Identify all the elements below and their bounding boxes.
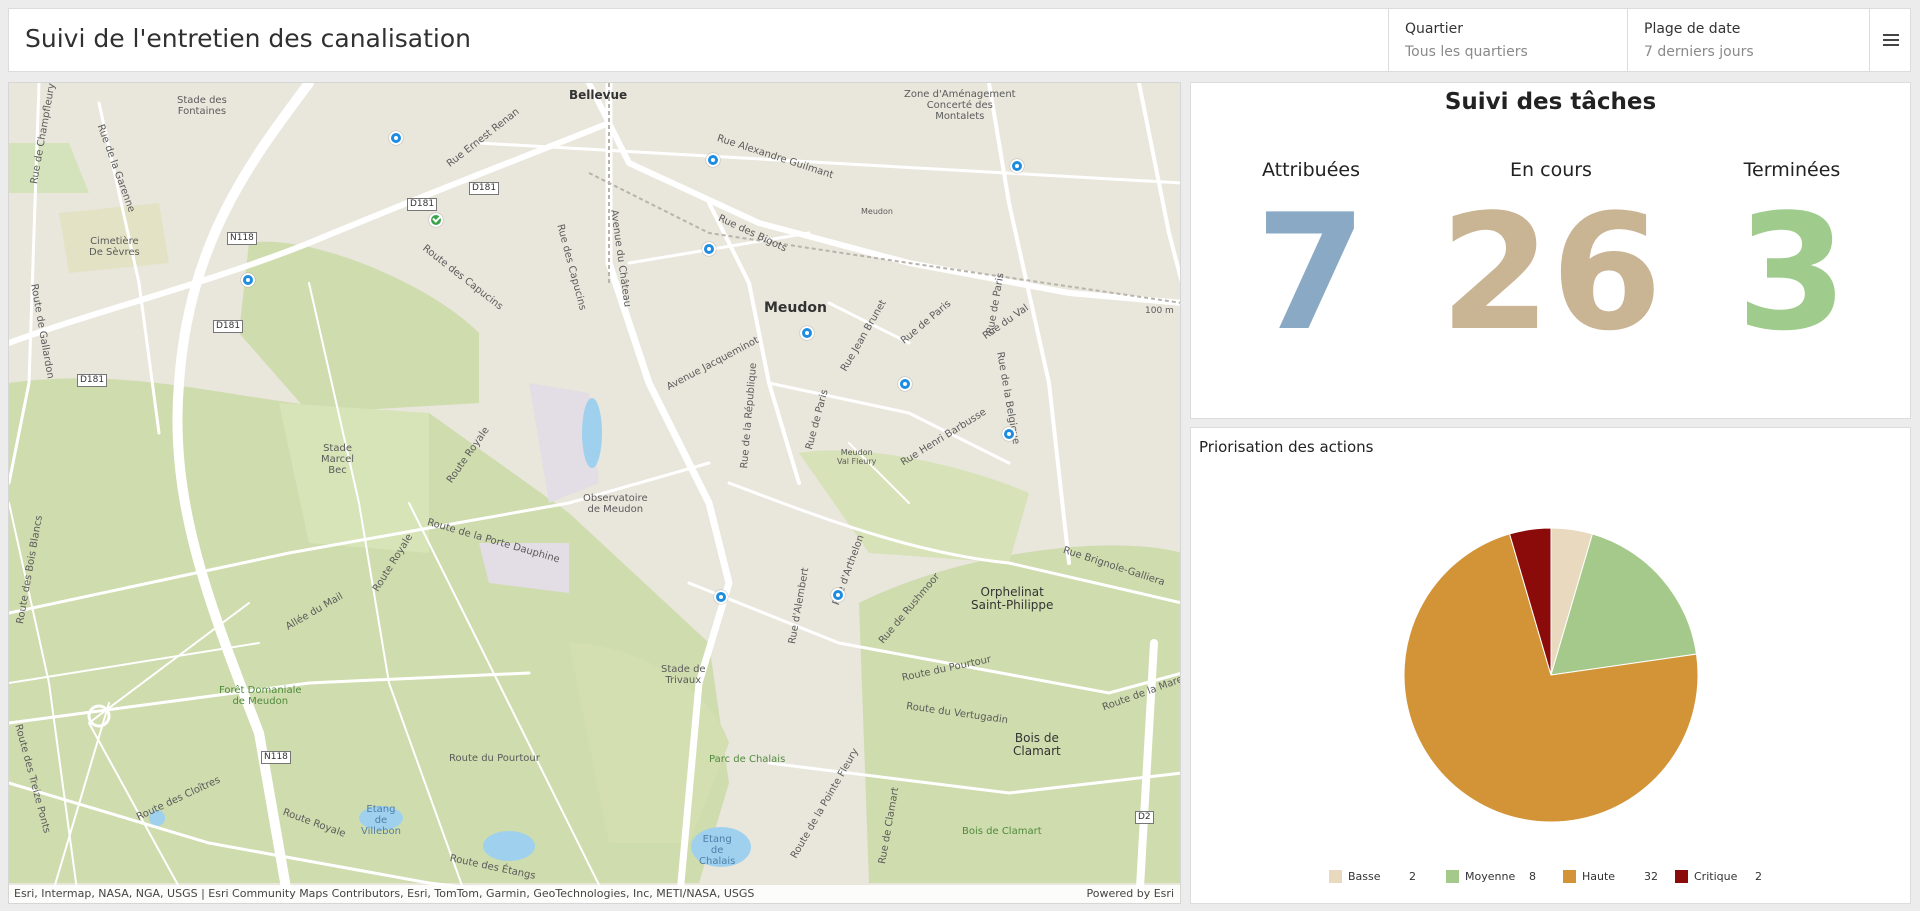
legend-label: Haute bbox=[1582, 870, 1616, 883]
priorisation-pie-chart bbox=[1403, 527, 1699, 823]
map-marker-task-done[interactable] bbox=[429, 213, 443, 227]
map-marker-task[interactable] bbox=[831, 588, 845, 602]
road-shield-n118-2: N118 bbox=[261, 751, 291, 764]
map-label-etang-chalais: Etang de Chalais bbox=[699, 834, 736, 867]
map-label-meudon-val-fleury: Meudon Val Fleury bbox=[837, 448, 877, 466]
legend-item-moyenne[interactable]: Moyenne bbox=[1446, 870, 1515, 883]
map-label-stade-marcel-bec: Stade Marcel Bec bbox=[321, 443, 355, 476]
map-scale-label: 100 m bbox=[1145, 306, 1174, 316]
kpi-terminees-label: Terminées bbox=[1743, 159, 1841, 181]
map-attribution: Esri, Intermap, NASA, NGA, USGS | Esri C… bbox=[9, 885, 1180, 903]
map-marker-task[interactable] bbox=[241, 273, 255, 287]
road-shield-n118-1: N118 bbox=[227, 232, 257, 245]
map-label-stade-trivaux: Stade de Trivaux bbox=[661, 664, 706, 686]
map-label-parc-chalais: Parc de Chalais bbox=[709, 754, 786, 765]
kpi-terminees: Terminées 3 bbox=[1672, 159, 1912, 353]
road-shield-d181-3: D181 bbox=[213, 320, 244, 333]
legend-swatch bbox=[1563, 870, 1576, 883]
map-label-observatoire: Observatoire de Meudon bbox=[583, 493, 648, 515]
map-marker-task[interactable] bbox=[702, 242, 716, 256]
powered-by-esri[interactable]: Powered by Esri bbox=[1086, 887, 1174, 900]
map-label-cimetiere: Cimetière De Sèvres bbox=[89, 236, 140, 258]
map-marker-task[interactable] bbox=[800, 326, 814, 340]
kpi-terminees-value: 3 bbox=[1736, 179, 1848, 366]
legend-swatch bbox=[1329, 870, 1342, 883]
kpi-en-cours: En cours 26 bbox=[1431, 159, 1671, 353]
map-label-meudon-station: Meudon bbox=[861, 207, 893, 216]
legend-value: 32 bbox=[1644, 870, 1658, 883]
legend-swatch bbox=[1446, 870, 1459, 883]
date-range-value: 7 derniers jours bbox=[1644, 44, 1754, 60]
kpi-en-cours-label: En cours bbox=[1510, 159, 1592, 181]
legend-label: Basse bbox=[1348, 870, 1381, 883]
map-label-bois-clamart-2: Bois de Clamart bbox=[962, 826, 1042, 837]
map-marker-task[interactable] bbox=[1002, 427, 1016, 441]
date-range-selector[interactable]: Plage de date 7 derniers jours bbox=[1627, 9, 1869, 71]
road-shield-d181-2: D181 bbox=[469, 182, 500, 195]
map-label-r-pourtour-2: Route du Pourtour bbox=[449, 753, 540, 764]
quartier-selector[interactable]: Quartier Tous les quartiers bbox=[1388, 9, 1628, 71]
legend-value: 2 bbox=[1755, 870, 1762, 883]
tasks-title: Suivi des tâches bbox=[1444, 89, 1657, 115]
map-marker-task[interactable] bbox=[1010, 159, 1024, 173]
map-label-bois-clamart: Bois de Clamart bbox=[1013, 731, 1061, 759]
road-shield-d2: D2 bbox=[1135, 811, 1154, 824]
map-marker-task[interactable] bbox=[898, 377, 912, 391]
hamburger-menu-icon[interactable] bbox=[1869, 9, 1911, 71]
legend-swatch bbox=[1675, 870, 1688, 883]
map-label-zone-montalets: Zone d'Aménagement Concerté des Montalet… bbox=[904, 89, 1016, 122]
map-marker-task[interactable] bbox=[389, 131, 403, 145]
road-shield-d181-4: D181 bbox=[77, 374, 108, 387]
legend-label: Moyenne bbox=[1465, 870, 1516, 883]
map-label-stade-fontaines: Stade des Fontaines bbox=[177, 95, 227, 117]
map-attribution-text: Esri, Intermap, NASA, NGA, USGS | Esri C… bbox=[14, 887, 755, 900]
map-label-orphelinat: Orphelinat Saint-Philippe bbox=[971, 585, 1054, 613]
task-tracking-panel: Suivi des tâches Attribuées 7 En cours 2… bbox=[1190, 82, 1911, 419]
map-label-etang-villebon: Etang de Villebon bbox=[361, 804, 401, 837]
date-range-label: Plage de date bbox=[1644, 21, 1741, 37]
legend-label: Critique bbox=[1694, 870, 1738, 883]
legend-value: 2 bbox=[1409, 870, 1416, 883]
kpi-attribuees: Attribuées 7 bbox=[1191, 159, 1431, 353]
legend-item-critique[interactable]: Critique bbox=[1675, 870, 1737, 883]
road-shield-d181-1: D181 bbox=[407, 198, 438, 211]
app-header: Suivi de l'entretien des canalisation Qu… bbox=[8, 8, 1911, 72]
map-label-meudon: Meudon bbox=[764, 300, 827, 316]
legend-value: 8 bbox=[1529, 870, 1536, 883]
priorisation-panel: Priorisation des actions Basse 2 Moyenne 8 H… bbox=[1190, 427, 1911, 904]
quartier-label: Quartier bbox=[1405, 21, 1463, 37]
map-label-bellevue: Bellevue bbox=[569, 88, 628, 102]
map-marker-task[interactable] bbox=[706, 153, 720, 167]
quartier-value: Tous les quartiers bbox=[1405, 44, 1528, 60]
app-title: Suivi de l'entretien des canalisation bbox=[25, 24, 471, 53]
map-marker-task[interactable] bbox=[714, 590, 728, 604]
kpi-attribuees-value: 7 bbox=[1255, 179, 1367, 366]
legend-item-basse[interactable]: Basse bbox=[1329, 870, 1381, 883]
legend-item-haute[interactable]: Haute bbox=[1563, 870, 1615, 883]
kpi-attribuees-label: Attribuées bbox=[1261, 159, 1361, 181]
map-view[interactable]: Bellevue Stade des Fontaines Zone d'Amén… bbox=[8, 82, 1181, 904]
kpi-en-cours-value: 26 bbox=[1439, 179, 1663, 366]
map-label-foret-meudon: Forêt Domaniale de Meudon bbox=[219, 685, 302, 707]
